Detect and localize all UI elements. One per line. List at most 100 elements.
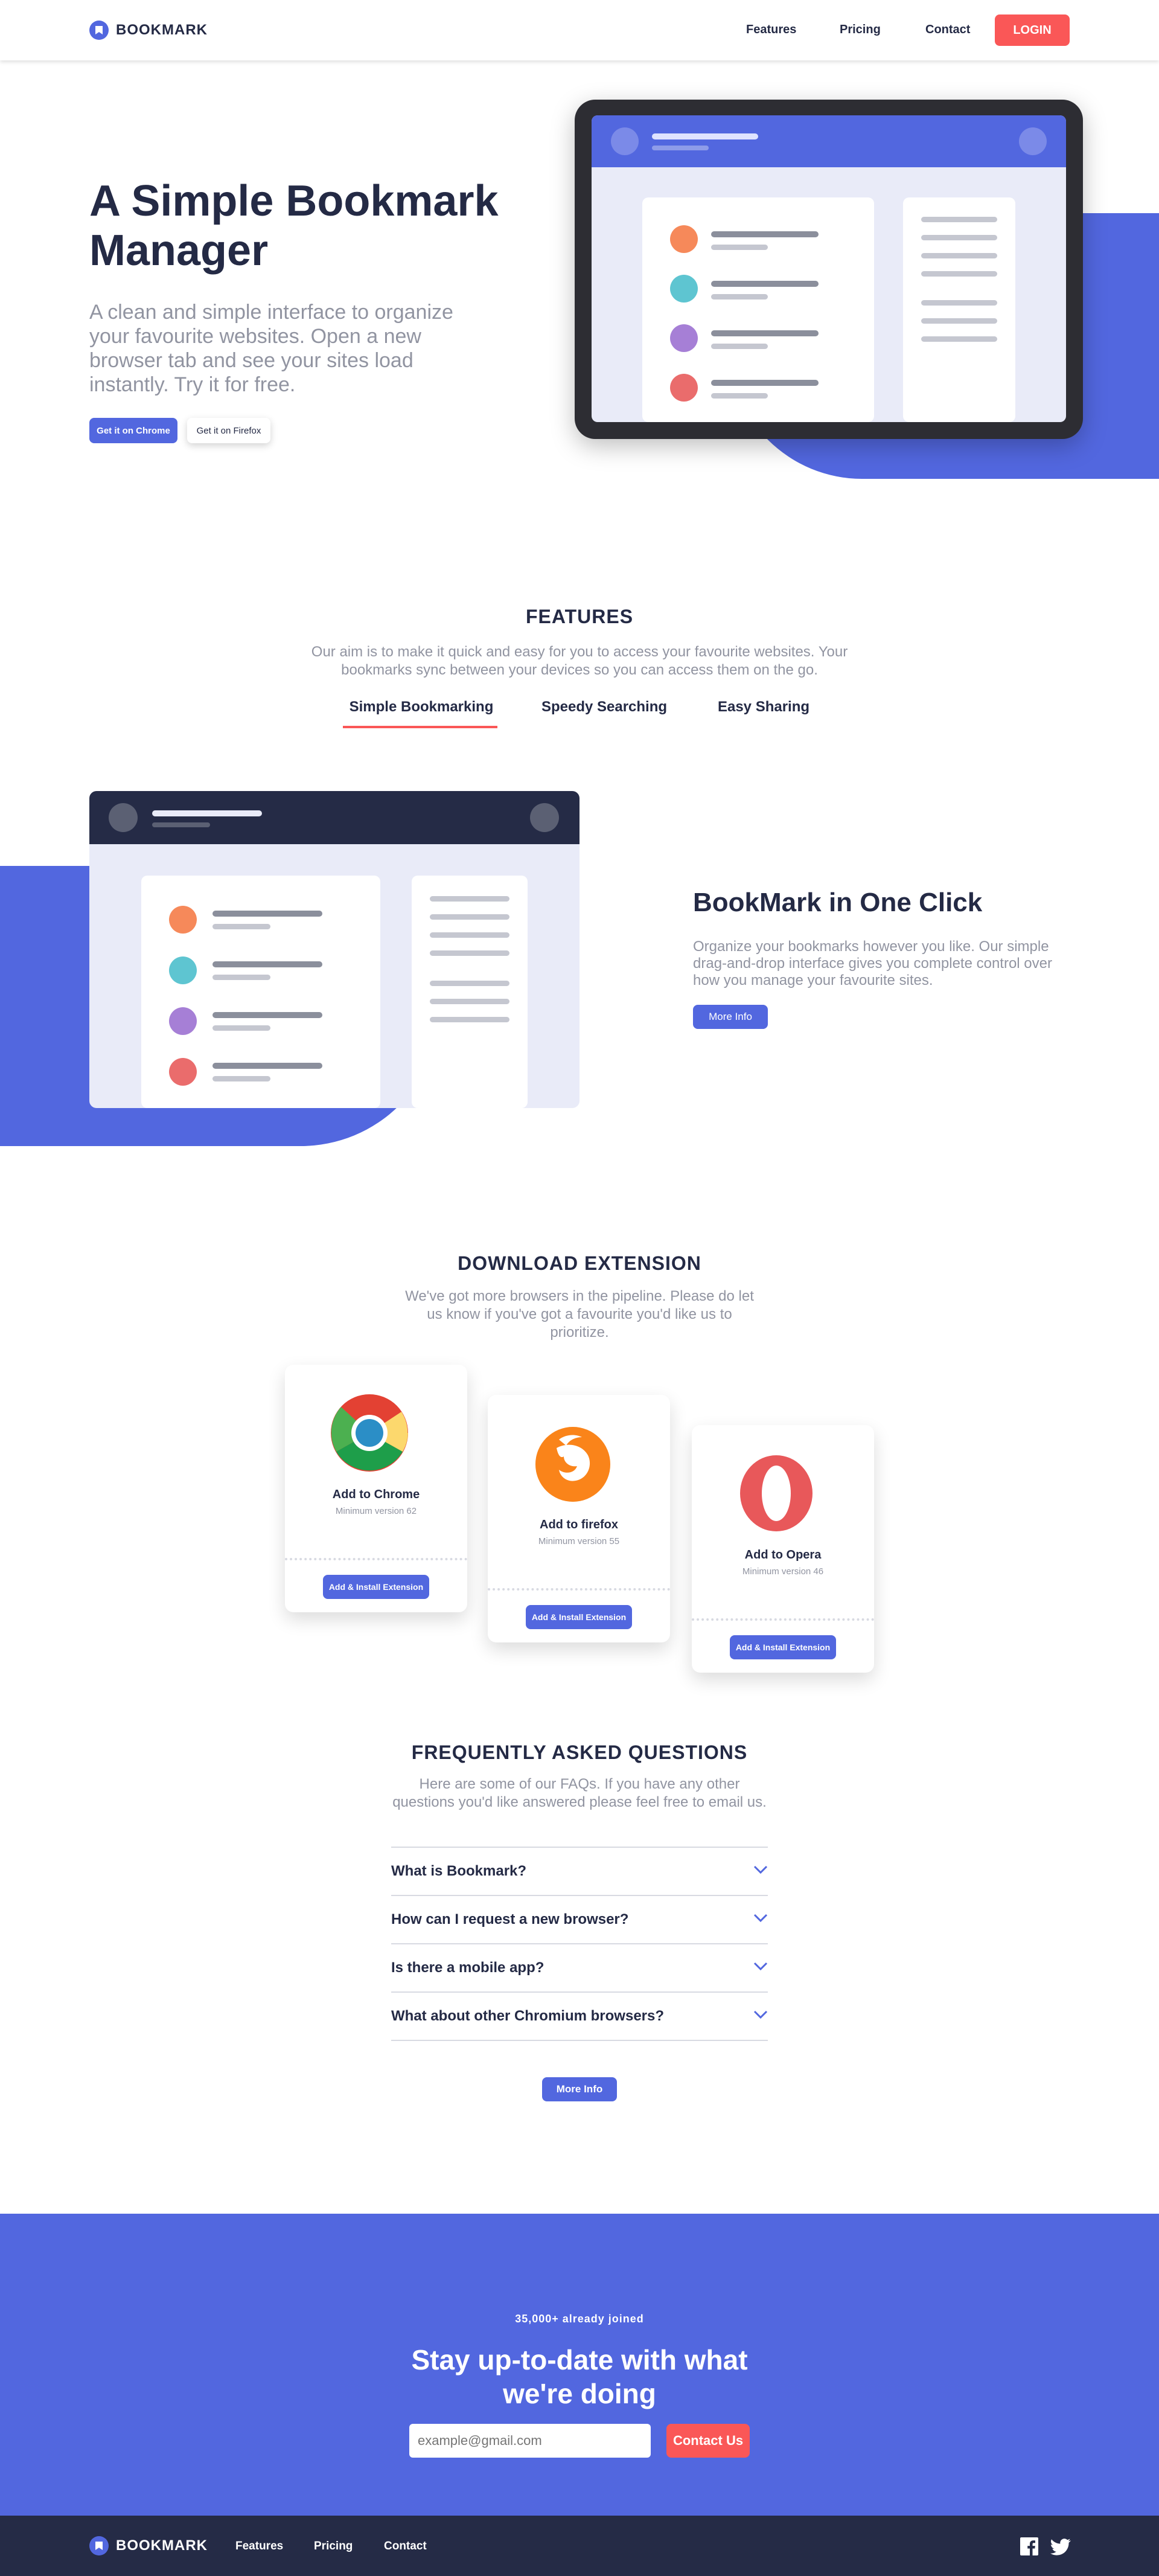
brand-logo[interactable]: BOOKMARK	[89, 21, 208, 40]
faq-question: What is Bookmark?	[391, 1863, 527, 1879]
newsletter-section: 35,000+ already joined Stay up-to-date w…	[0, 2214, 1159, 2516]
features-side-panel	[412, 876, 528, 1108]
bookmark-subline	[711, 393, 768, 399]
tab-simple-bookmarking[interactable]: Simple Bookmarking	[343, 699, 500, 716]
side-line	[430, 896, 509, 902]
tablet-menu-dot	[1019, 127, 1047, 155]
bookmark-dot	[670, 374, 698, 402]
tab-easy-sharing[interactable]: Easy Sharing	[700, 699, 827, 716]
hero-title: A Simple Bookmark Manager	[89, 177, 499, 275]
bookmark-line	[711, 231, 819, 237]
card-separator	[692, 1618, 874, 1621]
tablet-side-panel	[903, 197, 1015, 422]
bookmark-line	[711, 380, 819, 386]
tablet-title-line	[652, 133, 758, 139]
add-firefox-button[interactable]: Add & Install Extension	[526, 1605, 632, 1629]
nav-pricing-link[interactable]: Pricing	[840, 23, 881, 36]
bookmark-dot	[169, 1058, 197, 1086]
bookmark-line	[711, 281, 819, 287]
tab-speedy-searching[interactable]: Speedy Searching	[524, 699, 685, 716]
newsletter-title: Stay up-to-date with what we're doing	[411, 2344, 748, 2409]
features-more-info-button[interactable]: More Info	[693, 1005, 768, 1029]
side-line	[430, 1017, 509, 1022]
faq-item[interactable]: How can I request a new browser?	[391, 1895, 768, 1943]
bookmark-dot	[670, 225, 698, 253]
download-text: We've got more browsers in the pipeline.…	[405, 1288, 754, 1341]
side-line	[921, 235, 997, 240]
download-title: DOWNLOAD EXTENSION	[458, 1252, 701, 1274]
features-panel-text: Organize your bookmarks however you like…	[693, 938, 1052, 988]
footer-brand-name: BOOKMARK	[116, 2537, 208, 2554]
side-line	[430, 950, 509, 956]
footer-nav-features[interactable]: Features	[235, 2540, 283, 2553]
faq-text: Here are some of our FAQs. If you have a…	[392, 1776, 767, 1810]
bookmark-logo-icon	[89, 21, 109, 40]
hero-tablet-illustration	[575, 100, 1083, 439]
download-card-firefox: Add to firefox Minimum version 55 Add & …	[488, 1395, 670, 1642]
nav-pricing[interactable]: Pricing	[840, 23, 881, 37]
email-input[interactable]	[409, 2424, 651, 2458]
tablet-topbar	[592, 115, 1066, 167]
opera-icon	[738, 1454, 815, 1533]
side-line	[430, 914, 509, 920]
add-chrome-button[interactable]: Add & Install Extension	[323, 1575, 429, 1599]
bookmark-subline	[212, 1076, 270, 1081]
bookmark-line	[212, 1063, 322, 1069]
faq-title: FREQUENTLY ASKED QUESTIONS	[411, 1741, 748, 1763]
tab-label: Speedy Searching	[541, 699, 668, 715]
get-chrome-button[interactable]: Get it on Chrome	[89, 418, 177, 443]
bookmark-line	[212, 961, 322, 967]
tablet-subtitle-line	[652, 146, 709, 150]
card-min-version: Minimum version 62	[335, 1506, 417, 1516]
bookmark-line	[212, 1012, 322, 1018]
faq-item[interactable]: Is there a mobile app?	[391, 1943, 768, 1991]
contact-us-button[interactable]: Contact Us	[666, 2424, 750, 2458]
bookmark-subline	[711, 344, 768, 349]
nav-contact[interactable]: Contact	[925, 23, 970, 37]
chevron-down-icon	[753, 1914, 768, 1926]
card-min-version: Minimum version 46	[742, 1566, 824, 1577]
site-footer: BOOKMARK Features Pricing Contact	[0, 2516, 1159, 2576]
side-line	[921, 217, 997, 222]
card-name: Add to firefox	[540, 1518, 618, 1531]
firefox-icon	[532, 1424, 613, 1502]
faq-more-info-button[interactable]: More Info	[542, 2077, 617, 2101]
bookmark-dot	[169, 906, 197, 934]
features-bookmark-list	[141, 876, 380, 1108]
side-line	[430, 932, 509, 938]
tab-label: Easy Sharing	[717, 699, 810, 715]
chevron-down-icon	[753, 2010, 768, 2023]
faq-question: How can I request a new browser?	[391, 1911, 629, 1927]
tablet-screen	[592, 115, 1066, 422]
nav-features-link[interactable]: Features	[746, 23, 796, 36]
login-button[interactable]: LOGIN	[995, 14, 1070, 46]
get-firefox-button[interactable]: Get it on Firefox	[187, 418, 270, 443]
nav-contact-link[interactable]: Contact	[925, 23, 970, 36]
features-panel-title: BookMark in One Click	[693, 888, 983, 917]
card-separator	[285, 1558, 467, 1560]
features-illustration	[89, 791, 580, 1108]
faq-item[interactable]: What about other Chromium browsers?	[391, 1991, 768, 2040]
twitter-icon[interactable]	[1050, 2539, 1071, 2558]
download-card-chrome: Add to Chrome Minimum version 62 Add & I…	[285, 1365, 467, 1612]
side-line	[430, 981, 509, 986]
side-line	[921, 336, 997, 342]
nav-features[interactable]: Features	[746, 23, 796, 37]
add-opera-button[interactable]: Add & Install Extension	[730, 1635, 836, 1659]
site-header: BOOKMARK Features Pricing Contact LOGIN	[0, 0, 1159, 60]
bookmark-logo-icon	[89, 2536, 109, 2555]
chevron-down-icon	[753, 1865, 768, 1878]
footer-nav-contact[interactable]: Contact	[384, 2540, 427, 2553]
facebook-icon[interactable]	[1020, 2537, 1038, 2558]
tablet-bookmark-list	[642, 197, 874, 422]
faq-item[interactable]: What is Bookmark?	[391, 1847, 768, 1895]
bookmark-dot	[169, 956, 197, 984]
bookmark-dot	[169, 1007, 197, 1035]
footer-nav-pricing[interactable]: Pricing	[314, 2540, 353, 2553]
joined-count: 35,000+ already joined	[515, 2313, 644, 2325]
card-name: Add to Opera	[744, 1548, 822, 1562]
chrome-icon	[330, 1394, 409, 1472]
footer-brand-logo[interactable]: BOOKMARK	[89, 2536, 208, 2555]
chevron-down-icon	[753, 1962, 768, 1975]
active-tab-indicator	[343, 726, 497, 728]
